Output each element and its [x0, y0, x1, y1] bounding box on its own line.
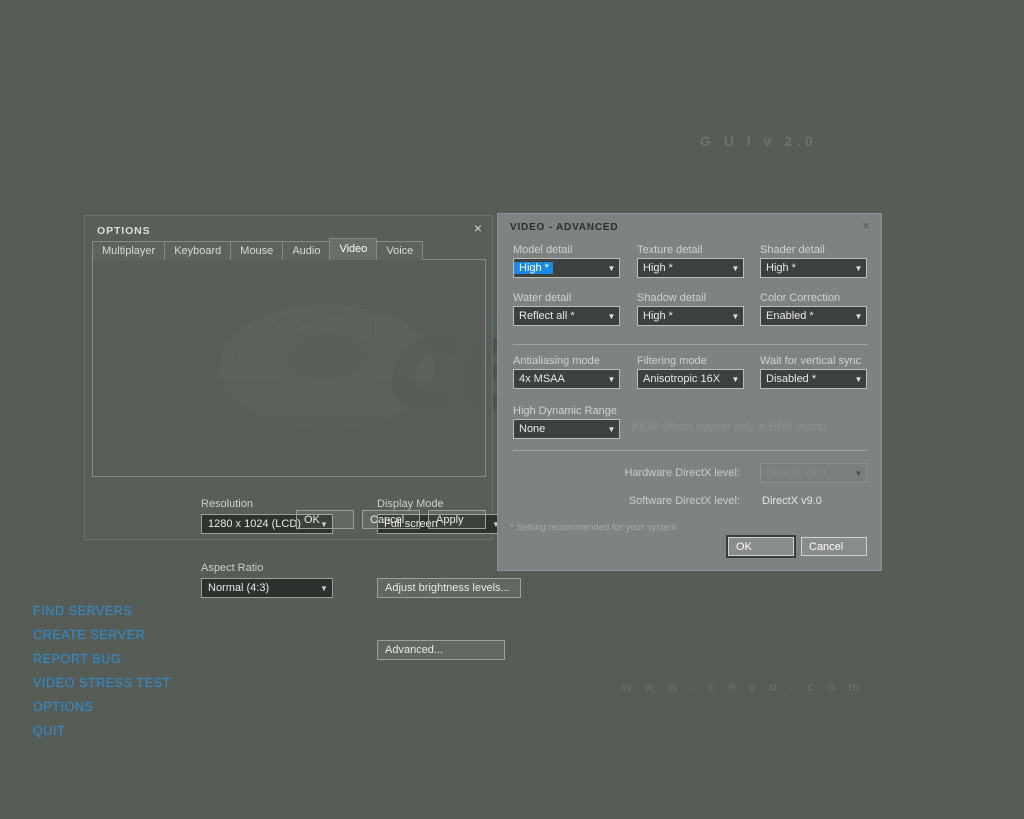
options-window-title: OPTIONS	[97, 225, 151, 237]
advanced-ok-button[interactable]: OK	[726, 535, 796, 558]
recommendation-footnote: * Setting recommended for your system	[510, 522, 677, 533]
options-footer: OK Cancel Apply	[92, 510, 486, 529]
site-url-label: w w w . c e v o . c o m	[622, 679, 865, 694]
advanced-button[interactable]: Advanced...	[377, 640, 505, 660]
model-detail-dropdown[interactable]: High * ▼	[513, 258, 620, 278]
chevron-down-icon: ▼	[854, 263, 863, 273]
hdr-label: High Dynamic Range	[513, 405, 617, 417]
chevron-down-icon: ▼	[320, 583, 328, 593]
chevron-down-icon: ▼	[854, 468, 863, 478]
video-tab-panel	[92, 259, 486, 477]
aspect-ratio-value: Normal (4:3)	[208, 582, 270, 594]
chevron-down-icon: ▼	[607, 263, 616, 273]
shader-detail-value: High *	[766, 262, 796, 274]
model-detail-label: Model detail	[513, 244, 573, 256]
water-detail-dropdown[interactable]: Reflect all * ▼	[513, 306, 620, 326]
chevron-down-icon: ▼	[731, 311, 740, 321]
tab-multiplayer[interactable]: Multiplayer	[92, 241, 166, 260]
color-correction-value: Enabled *	[766, 310, 814, 322]
hardware-directx-value: DirectX v9.0	[766, 467, 826, 479]
filtering-mode-label: Filtering mode	[637, 355, 707, 367]
model-detail-value: High *	[514, 262, 553, 274]
aspect-ratio-label: Aspect Ratio	[201, 562, 264, 574]
chevron-down-icon: ▼	[854, 311, 863, 321]
water-detail-label: Water detail	[513, 292, 572, 304]
menu-item-quit[interactable]: QUIT	[33, 719, 171, 743]
menu-item-options[interactable]: OPTIONS	[33, 695, 171, 719]
chevron-down-icon: ▼	[731, 374, 740, 384]
color-correction-label: Color Correction	[760, 292, 841, 304]
texture-detail-value: High *	[643, 262, 673, 274]
display-mode-label: Display Mode	[377, 498, 444, 510]
menu-item-video-stress-test[interactable]: VIDEO STRESS TEST	[33, 671, 171, 695]
vertical-sync-dropdown[interactable]: Disabled * ▼	[760, 369, 867, 389]
texture-detail-label: Texture detail	[637, 244, 703, 256]
chevron-down-icon: ▼	[607, 374, 616, 384]
tab-keyboard[interactable]: Keyboard	[164, 241, 232, 260]
advanced-cancel-button[interactable]: Cancel	[801, 537, 867, 556]
hdr-hint: (HDR effects appear only in HDR maps)	[631, 421, 827, 433]
tabstrip-filler	[422, 241, 485, 260]
water-detail-value: Reflect all *	[519, 310, 575, 322]
vertical-sync-value: Disabled *	[766, 373, 817, 385]
advanced-window-title: VIDEO - ADVANCED	[510, 222, 619, 233]
section-divider-1	[513, 344, 868, 345]
tab-audio[interactable]: Audio	[282, 241, 331, 260]
hardware-directx-label: Hardware DirectX level:	[624, 467, 740, 479]
tab-video[interactable]: Video	[329, 238, 378, 260]
antialiasing-mode-dropdown[interactable]: 4x MSAA ▼	[513, 369, 620, 389]
shadow-detail-value: High *	[643, 310, 673, 322]
options-window: OPTIONS × Multiplayer Keyboard Mouse Aud…	[84, 215, 521, 660]
shader-detail-label: Shader detail	[760, 244, 825, 256]
aspect-ratio-dropdown[interactable]: Normal (4:3) ▼	[201, 578, 333, 598]
texture-detail-dropdown[interactable]: High * ▼	[637, 258, 744, 278]
shadow-detail-label: Shadow detail	[637, 292, 707, 304]
resolution-label: Resolution	[201, 498, 253, 510]
tab-voice[interactable]: Voice	[376, 241, 424, 260]
chevron-down-icon: ▼	[731, 263, 740, 273]
chevron-down-icon: ▼	[607, 424, 616, 434]
section-divider-2	[513, 450, 868, 451]
adjust-brightness-button[interactable]: Adjust brightness levels...	[377, 578, 521, 598]
antialiasing-mode-label: Antialiasing mode	[513, 355, 600, 367]
close-icon[interactable]: ×	[862, 219, 870, 233]
filtering-mode-value: Anisotropic 16X	[643, 373, 721, 385]
gui-version-label: G U I v 2.0	[700, 133, 818, 149]
menu-item-report-bug[interactable]: REPORT BUG	[33, 647, 171, 671]
cancel-button[interactable]: Cancel	[362, 510, 420, 529]
vertical-sync-label: Wait for vertical sync	[760, 355, 862, 367]
chevron-down-icon: ▼	[854, 374, 863, 384]
filtering-mode-dropdown[interactable]: Anisotropic 16X ▼	[637, 369, 744, 389]
ok-button[interactable]: OK	[296, 510, 354, 529]
chevron-down-icon: ▼	[607, 311, 616, 321]
color-correction-dropdown[interactable]: Enabled * ▼	[760, 306, 867, 326]
hdr-dropdown[interactable]: None ▼	[513, 419, 620, 439]
apply-button[interactable]: Apply	[428, 510, 486, 529]
software-directx-label: Software DirectX level:	[628, 495, 740, 507]
antialiasing-mode-value: 4x MSAA	[519, 373, 565, 385]
options-tabstrip: Multiplayer Keyboard Mouse Audio Video V…	[92, 238, 485, 260]
hardware-directx-dropdown: DirectX v9.0 ▼	[760, 463, 867, 483]
tab-mouse[interactable]: Mouse	[230, 241, 284, 260]
shadow-detail-dropdown[interactable]: High * ▼	[637, 306, 744, 326]
app-root: G U I v 2.0 w w w . c e v o . c o m OPTI…	[0, 0, 1024, 819]
shader-detail-dropdown[interactable]: High * ▼	[760, 258, 867, 278]
software-directx-value: DirectX v9.0	[762, 495, 822, 507]
close-icon[interactable]: ×	[474, 221, 482, 235]
menu-item-find-servers[interactable]: FIND SERVERS	[33, 599, 171, 623]
menu-item-create-server[interactable]: CREATE SERVER	[33, 623, 171, 647]
hdr-value: None	[519, 423, 546, 435]
main-menu: FIND SERVERS CREATE SERVER REPORT BUG VI…	[33, 599, 171, 743]
